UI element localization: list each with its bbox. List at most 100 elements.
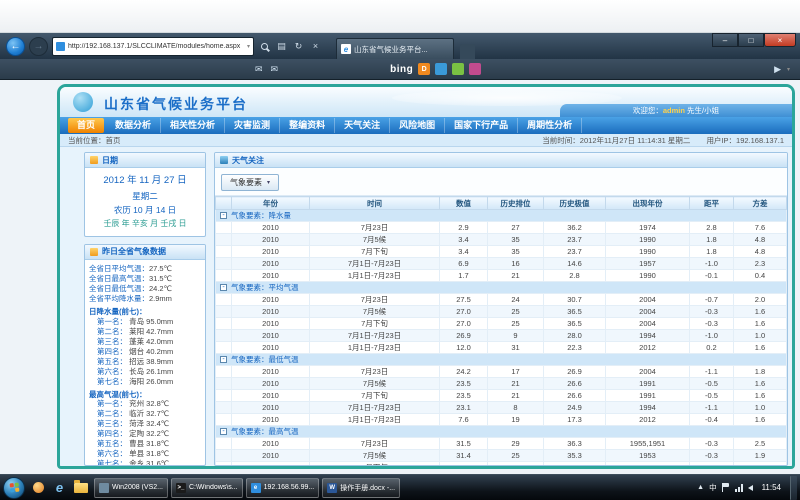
table-cell: 25: [488, 450, 544, 462]
collapse-toggle-icon[interactable]: -: [220, 284, 227, 291]
table-row[interactable]: 20107月下旬23.52126.61991-0.51.6: [216, 390, 787, 402]
nav-item-5[interactable]: 整编资料: [280, 118, 335, 133]
table-cell: 35: [488, 246, 544, 258]
nav-item-2[interactable]: 数据分析: [106, 118, 161, 133]
table-row[interactable]: 20107月23日27.52430.72004-0.72.0: [216, 294, 787, 306]
table-row[interactable]: 20107月23日31.52936.31955,1951-0.32.5: [216, 438, 787, 450]
minimize-button[interactable]: –: [712, 33, 738, 47]
table-row[interactable]: 20107月1日-7月23日6.91614.61957-1.02.3: [216, 258, 787, 270]
media-player-icon[interactable]: [29, 478, 48, 498]
volume-icon[interactable]: [748, 485, 753, 491]
rank-value: 临沂 32.7℃: [129, 409, 169, 418]
element-filter-button[interactable]: 气象要素 ▾: [221, 174, 279, 191]
table-cell: 7月1日-7月23日: [310, 258, 440, 270]
close-button[interactable]: ×: [764, 33, 796, 47]
taskbar-app-3[interactable]: e192.168.56.99...: [246, 478, 320, 498]
table-header-2[interactable]: 时间: [310, 197, 440, 210]
collapse-toggle-icon[interactable]: -: [220, 428, 227, 435]
tray-expand-icon[interactable]: ▲: [697, 484, 704, 491]
table-row[interactable]: 20107月23日2.92736.219742.87.6: [216, 222, 787, 234]
stop-icon[interactable]: ×: [309, 41, 322, 51]
table-row[interactable]: 20107月23日24.21726.92004-1.11.8: [216, 366, 787, 378]
address-bar[interactable]: http://192.168.137.1/SLCCLIMATE/modules/…: [52, 37, 254, 56]
feeds-icon[interactable]: ▶: [774, 64, 781, 75]
table-group-row[interactable]: -气象要素：降水量: [216, 210, 787, 222]
addon-icon-4[interactable]: [469, 63, 481, 75]
explorer-folder-icon[interactable]: [71, 478, 90, 498]
taskbar-app-4[interactable]: W操作手册.docx -...: [322, 478, 400, 498]
maximize-button[interactable]: □: [738, 33, 764, 47]
table-cell: 2004: [606, 294, 690, 306]
nav-item-6[interactable]: 天气关注: [335, 118, 390, 133]
compat-view-icon[interactable]: ▤: [275, 41, 288, 52]
table-row[interactable]: 20107月5候31.42535.31953-0.31.9: [216, 450, 787, 462]
table-cell: 7月下旬: [310, 462, 440, 466]
table-header-8[interactable]: 方差: [734, 197, 787, 210]
new-tab-button[interactable]: [460, 44, 475, 59]
start-button[interactable]: [3, 477, 25, 499]
action-center-icon[interactable]: [722, 483, 730, 492]
table-row[interactable]: 20107月5候3.43523.719901.84.8: [216, 234, 787, 246]
table-group-row[interactable]: -气象要素：最高气温: [216, 426, 787, 438]
table-row[interactable]: 20101月1日-7月23日12.03122.320120.21.6: [216, 342, 787, 354]
nav-item-7[interactable]: 风险地图: [390, 118, 445, 133]
table-header-6[interactable]: 出现年份: [606, 197, 690, 210]
bing-logo[interactable]: bing: [390, 64, 413, 75]
toolbar-overflow-icon[interactable]: ▾: [787, 66, 790, 73]
table-row[interactable]: 20101月1日-7月23日1.7212.81990-0.10.4: [216, 270, 787, 282]
group-cell-inner: -气象要素：最高气温: [218, 426, 784, 437]
table-row[interactable]: 20107月1日-7月23日26.9928.01994-1.01.0: [216, 330, 787, 342]
table-row[interactable]: 20107月1日-7月23日23.1824.91994-1.11.0: [216, 402, 787, 414]
send-icon[interactable]: ✉: [271, 64, 279, 75]
table-cell: 7月下旬: [310, 390, 440, 402]
nav-item-3[interactable]: 相关性分析: [161, 118, 225, 133]
table-group-row[interactable]: -气象要素：最低气温: [216, 354, 787, 366]
table-cell: 1.6: [734, 318, 787, 330]
table-cell: 25: [488, 318, 544, 330]
search-icon[interactable]: [261, 43, 268, 50]
lunar-date: 农历 10 月 14 日: [87, 203, 203, 217]
taskbar-app-2[interactable]: >_C:\Windows\s...: [171, 478, 243, 498]
table-cell: 2.8: [690, 222, 734, 234]
nav-item-1[interactable]: 首页: [68, 118, 104, 133]
table-group-row[interactable]: -气象要素：平均气温: [216, 282, 787, 294]
table-header-5[interactable]: 历史极值: [544, 197, 606, 210]
rank-value: 青岛 95.0mm: [129, 317, 173, 326]
ie-taskbar-icon[interactable]: e: [50, 478, 69, 498]
table-header-7[interactable]: 距平: [690, 197, 734, 210]
table-cell: 1990: [606, 246, 690, 258]
back-button[interactable]: ←: [6, 37, 25, 56]
mail-icon[interactable]: ✉: [255, 64, 263, 75]
table-row[interactable]: 20107月下旬27.02536.52004-0.31.6: [216, 318, 787, 330]
address-dropdown-icon[interactable]: ▾: [247, 43, 250, 50]
rank-value: 招远 38.9mm: [129, 357, 173, 366]
table-row[interactable]: 20107月下旬31.42535.31951-0.31.9: [216, 462, 787, 466]
rank-item: 第五名： 招远 38.9mm: [89, 357, 201, 367]
language-indicator[interactable]: 中: [709, 482, 717, 493]
addon-icon-2[interactable]: [435, 63, 447, 75]
collapse-toggle-icon[interactable]: -: [220, 356, 227, 363]
table-row[interactable]: 20107月下旬3.43523.719901.84.8: [216, 246, 787, 258]
taskbar-clock[interactable]: 11:54: [758, 483, 785, 492]
url-text[interactable]: http://192.168.137.1/SLCCLIMATE/modules/…: [68, 43, 244, 50]
forward-button[interactable]: →: [29, 37, 48, 56]
nav-item-8[interactable]: 国家下行产品: [445, 118, 518, 133]
nav-item-4[interactable]: 灾害监测: [225, 118, 280, 133]
taskbar-app-1[interactable]: Win2008 (VS2...: [94, 478, 168, 498]
table-header-3[interactable]: 数值: [440, 197, 488, 210]
refresh-icon[interactable]: ↻: [292, 41, 305, 52]
show-desktop-button[interactable]: [790, 476, 797, 500]
table-row[interactable]: 20101月1日-7月23日7.61917.32012-0.41.6: [216, 414, 787, 426]
table-header-1[interactable]: 年份: [232, 197, 310, 210]
addon-icon-1[interactable]: D: [418, 63, 430, 75]
table-cell: 9: [488, 330, 544, 342]
table-header-4[interactable]: 历史排位: [488, 197, 544, 210]
addon-icon-3[interactable]: [452, 63, 464, 75]
table-row[interactable]: 20107月5候23.52126.61991-0.51.6: [216, 378, 787, 390]
nav-item-9[interactable]: 周期性分析: [518, 118, 582, 133]
table-cell: 23.1: [440, 402, 488, 414]
table-row[interactable]: 20107月5候27.02536.52004-0.31.6: [216, 306, 787, 318]
network-icon[interactable]: [735, 484, 743, 492]
browser-tab[interactable]: e 山东省气候业务平台...: [336, 38, 454, 59]
collapse-toggle-icon[interactable]: -: [220, 212, 227, 219]
